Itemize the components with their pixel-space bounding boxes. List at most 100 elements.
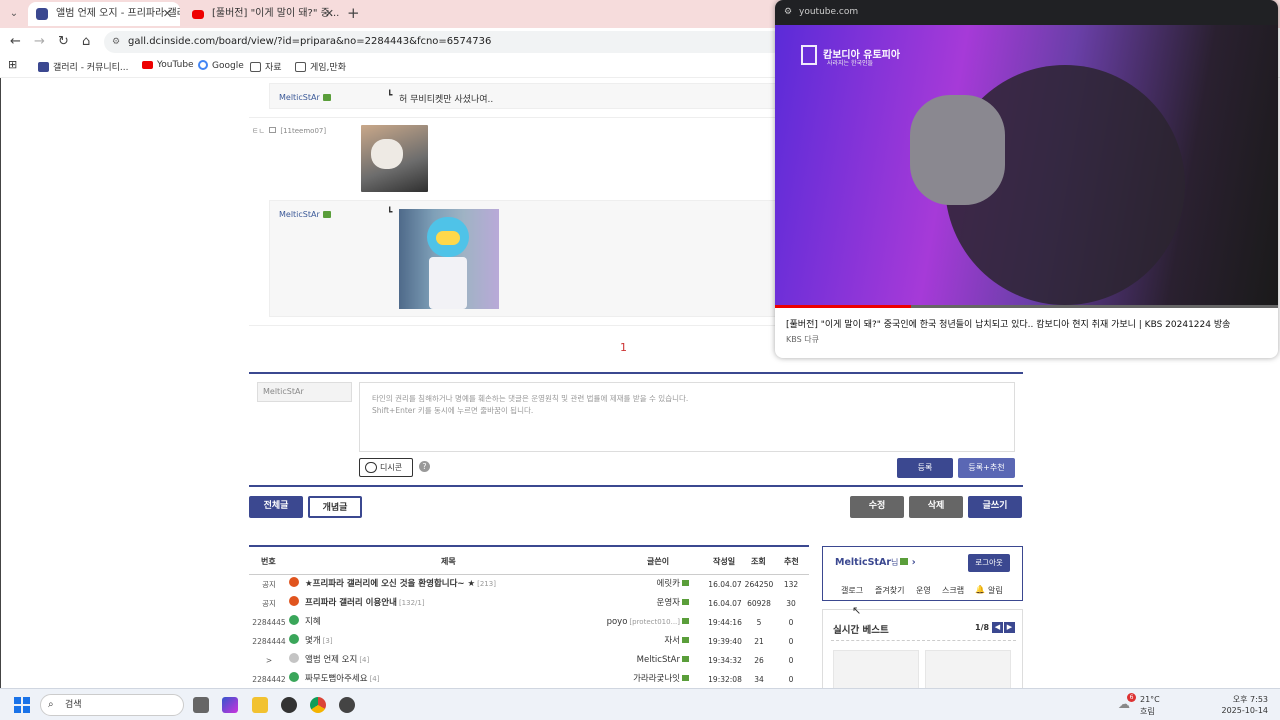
comment-nick[interactable]: MelticStAr [279,93,331,102]
row-author[interactable]: poyo [protect010...] [579,613,689,632]
logout-button[interactable]: 로그아웃 [968,554,1010,572]
best-thumbnail[interactable] [833,650,919,688]
row-author[interactable]: 에릿카 [579,575,689,594]
clock-date[interactable]: 2025-10-14 [1222,706,1269,715]
app-icon[interactable] [281,697,297,713]
table-row[interactable]: 공지 ★프리파라 갤러리에 오신 것을 환영합니다~ ★ [213] 에릿카 16.04… [249,575,809,594]
row-title-cell[interactable]: 앨범 언제 오지 [4] [289,651,589,670]
tab-youtube[interactable]: [풀버전] "이게 말이 돼?" 중... ✕ [184,2,342,26]
row-title: 지혜 [305,617,321,627]
best-thumbnail[interactable] [925,650,1011,688]
bookmark-google[interactable]: Google [198,60,244,71]
reply-arrow-icon: ┗ [387,208,393,218]
table-row[interactable]: > 앨범 언제 오지 [4] MelticStAr 19:34:32 26 0 [249,651,809,670]
reload-icon[interactable]: ↻ [58,34,69,49]
copilot-icon[interactable] [222,697,238,713]
start-icon[interactable] [14,697,30,713]
comment-image-cat[interactable] [361,125,428,192]
taskbar-search[interactable]: ⌕ 검색 [40,694,184,716]
bookmark-folder-games[interactable]: 게임,만화 [295,60,346,73]
forward-icon[interactable]: → [34,34,45,49]
comment-page-number[interactable]: 1 [620,341,627,354]
bookmark-label: 자료 [265,63,282,73]
row-author[interactable]: 자서 [579,632,689,651]
bookmark-folder-data[interactable]: 자료 [250,60,282,73]
bookmark-youtube[interactable]: YouTube [142,60,194,70]
header-date: 작성일 [713,557,736,566]
delete-button[interactable]: 삭제 [909,496,963,518]
fixed-nick-icon [682,675,689,681]
help-icon[interactable]: ? [419,461,430,472]
concept-posts-button[interactable]: 개념글 [308,496,362,518]
scrap-link[interactable]: 스크랩 [942,585,964,596]
messenger-icon[interactable] [339,697,355,713]
table-header: 번호 제목 글쓴이 작성일 조회 추천 [249,545,809,575]
bookmark-gallery[interactable]: 갤러리 - 커뮤니티... [38,60,129,73]
comment-nick[interactable]: MelticStAr [279,210,331,219]
table-row[interactable]: 2284444 몇개 [3] 자서 19:39:40 21 0 [249,632,809,651]
row-author[interactable]: 가라라궃나잇 [579,670,689,688]
weather-desc: 흐림 [1140,707,1155,716]
submit-recommend-button[interactable]: 등록+추천 [958,458,1015,478]
table-row[interactable]: 2284445 지혜 poyo [protect010...] 19:44:16 5 0 [249,613,809,632]
reply-comment: MelticStAr ┗ [269,200,779,317]
search-placeholder: 검색 [65,700,82,710]
user-name-link[interactable]: MelticStAr님 › [835,557,916,568]
user-suffix: 님 [891,558,899,567]
row-title-cell[interactable]: ★프리파라 갤러리에 오신 것을 환영합니다~ ★ [213] [289,575,589,594]
write-button[interactable]: 글쓰기 [968,496,1022,518]
prev-arrow-icon[interactable]: ◀ [992,622,1003,633]
clock-time[interactable]: 오후 7:53 [1233,694,1268,705]
edit-button[interactable]: 수정 [850,496,904,518]
comment-image-anime[interactable] [399,209,499,309]
back-icon[interactable]: ← [10,34,21,49]
site-info-icon[interactable]: ⚙ [112,31,120,53]
manage-link[interactable]: 운영 [916,585,931,596]
post-type-icon [289,653,299,663]
youtube-icon [142,61,153,69]
row-author[interactable]: MelticStAr [579,651,689,670]
row-title-cell[interactable]: 지혜 [289,613,589,632]
row-title: 앨범 언제 오지 [305,655,358,665]
row-title-cell[interactable]: 짜무도뻠아주세요 [4] [289,670,589,688]
row-title: 짜무도뻠아주세요 [305,674,368,684]
name-field[interactable]: MelticStAr [257,382,352,402]
row-title-cell[interactable]: 프리파라 갤러리 이용안내 [132/1] [289,594,589,613]
favorites-link[interactable]: 즐겨찾기 [875,585,904,596]
notification-link[interactable]: 알림 [988,585,1003,596]
file-explorer-icon[interactable] [252,697,268,713]
pip-video-window[interactable]: ⚙ youtube.com 캄보디아 유토피아 사라지는 한국인들 [풀버전] … [775,0,1278,358]
task-view-icon[interactable] [193,697,209,713]
table-row[interactable]: 2284442 짜무도뻠아주세요 [4] 가라라궃나잇 19:32:08 34 0 [249,670,809,688]
close-tab-icon[interactable]: ✕ [163,2,172,26]
all-posts-button[interactable]: 전체글 [249,496,303,518]
dcinside-icon [38,62,49,72]
row-author[interactable]: 운영자 [579,594,689,613]
apps-grid-icon[interactable]: ⊞ [8,58,17,71]
chrome-icon[interactable] [310,697,326,713]
dccon-button[interactable]: 디시콘 [359,458,413,477]
home-icon[interactable]: ⌂ [82,34,90,49]
url-bar[interactable]: ⚙ gall.dcinside.com/board/view/?id=pripa… [104,31,784,53]
row-title-cell[interactable]: 몇개 [3] [289,632,589,651]
ip-icon [269,127,277,133]
weather-temp[interactable]: 21°C [1140,695,1160,704]
new-tab-icon[interactable]: + [347,4,360,22]
tab-search-icon[interactable]: ⌄ [6,6,22,22]
submit-button[interactable]: 등록 [897,458,953,478]
gallog-link[interactable]: 갤로그 [841,585,863,596]
comment-textarea[interactable]: 타인의 권리를 침해하거나 명예를 훼손하는 댓글은 운영원칙 및 관련 법률에… [359,382,1015,452]
row-views: 21 [754,637,764,646]
next-arrow-icon[interactable]: ▶ [1004,622,1015,633]
video-progress-bar[interactable] [775,305,1278,308]
row-author-name: 에릿카 [656,579,680,589]
table-row[interactable]: 공지 프리파라 갤러리 이용안내 [132/1] 운영자 16.04.07 60928 30 [249,594,809,613]
tab-gallery[interactable]: 앨범 언제 오지 - 프리파라 갤러... ✕ [28,2,180,26]
row-views: 26 [754,656,764,665]
row-title: ★프리파라 갤러리에 오신 것을 환영합니다~ ★ [305,579,476,589]
row-author-name: 자서 [664,636,680,646]
row-date: 16.04.07 [708,580,742,589]
close-tab-icon[interactable]: ✕ [325,2,334,26]
video-frame[interactable]: 캄보디아 유토피아 사라지는 한국인들 [775,25,1278,307]
site-settings-icon[interactable]: ⚙ [784,0,792,25]
